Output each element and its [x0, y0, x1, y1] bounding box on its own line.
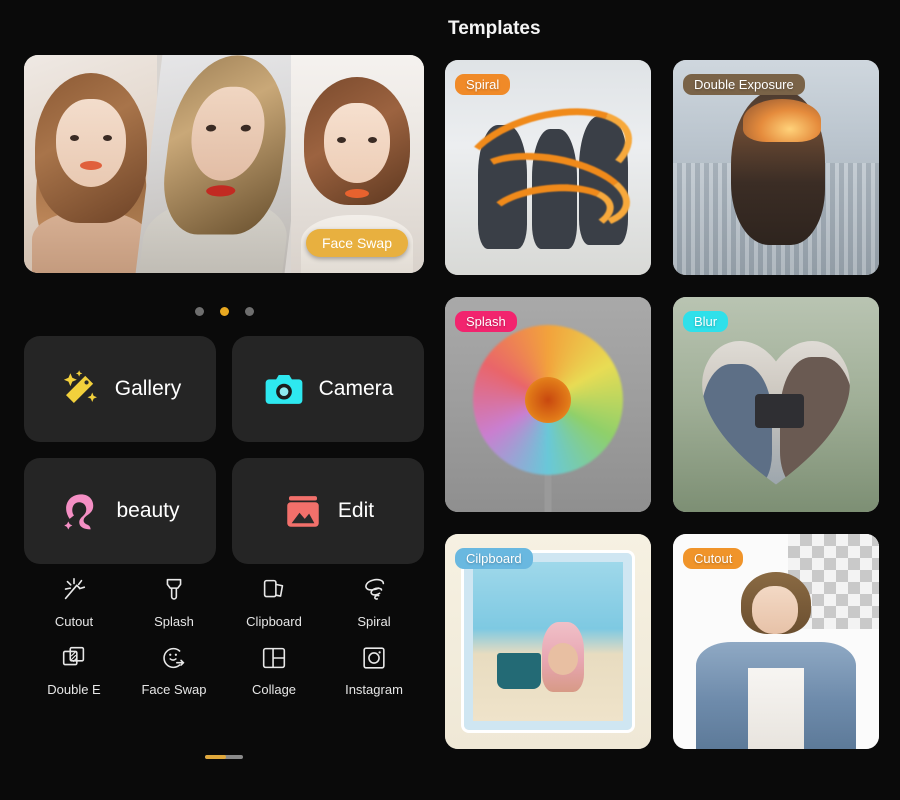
tool-splash[interactable]: Splash: [124, 575, 224, 629]
hero-badge-face-swap: Face Swap: [305, 229, 408, 257]
beauty-button[interactable]: beauty: [24, 458, 216, 564]
tool-double-exposure[interactable]: Double E: [24, 643, 124, 697]
eye-right: [368, 137, 378, 143]
lips: [345, 189, 370, 198]
primary-actions-row-1: Gallery Camera: [24, 336, 424, 442]
instagram-icon: [363, 647, 385, 669]
edit-button-label: Edit: [337, 499, 375, 522]
gallery-button-label: Gallery: [114, 377, 182, 400]
basket: [496, 652, 541, 689]
eye-right: [102, 135, 112, 141]
primary-actions: Gallery Camera beauty Edit: [24, 336, 424, 580]
template-card-spiral[interactable]: Spiral: [445, 60, 651, 275]
heart-vignette: [687, 320, 865, 490]
eye-left: [69, 135, 79, 141]
tool-row-2: Double E Face Swap Collage Instagram: [24, 643, 424, 697]
template-badge-splash: Splash: [455, 311, 517, 332]
cutout-wand-icon: [64, 577, 86, 600]
magic-wand-icon: [63, 370, 97, 403]
template-card-double-exposure[interactable]: Double Exposure: [673, 60, 879, 275]
tool-collage-label: Collage: [251, 682, 297, 697]
tool-splash-label: Splash: [154, 614, 194, 629]
template-badge-spiral: Spiral: [455, 74, 511, 95]
face-swap-icon: [163, 647, 185, 669]
scroll-indicator-fill: [205, 755, 226, 759]
beauty-button-label: beauty: [116, 499, 180, 522]
template-badge-cutout: Cutout: [683, 548, 744, 569]
gallery-button[interactable]: Gallery: [24, 336, 216, 442]
camera-prop: [755, 394, 805, 428]
tool-spiral[interactable]: Spiral: [324, 575, 424, 629]
hero-portrait-1: [24, 55, 158, 273]
carousel-dots: [0, 307, 448, 316]
couple-photo: [687, 320, 865, 490]
template-card-blur[interactable]: Blur: [673, 297, 879, 512]
spiral-swirl-icon: [365, 578, 385, 600]
tool-spiral-label: Spiral: [357, 614, 391, 629]
templates-grid: Spiral Double Exposure Splash Blur Cilpb…: [445, 60, 885, 749]
tool-collage[interactable]: Collage: [224, 643, 324, 697]
lips: [79, 161, 102, 170]
clipboard-cards-icon: [263, 579, 284, 598]
carousel-dot-1[interactable]: [194, 307, 204, 316]
template-card-splash[interactable]: Splash: [445, 297, 651, 512]
eye-left: [205, 124, 217, 132]
cutout-subject: [689, 564, 862, 749]
hero-carousel[interactable]: Face Swap: [24, 55, 424, 273]
child-subject: [541, 622, 584, 693]
tool-instagram-label: Instagram: [345, 682, 403, 697]
decorative-frame: [463, 553, 633, 730]
tool-row-1: Cutout Splash Clipboard Spiral: [24, 575, 424, 629]
left-panel: Face Swap Gallery Camera beauty Edit Cut…: [0, 0, 448, 800]
camera-button[interactable]: Camera: [232, 336, 424, 442]
sunset-overlay: [743, 98, 822, 142]
tool-face-swap-label: Face Swap: [141, 682, 207, 697]
template-badge-clipboard: Cilpboard: [455, 548, 533, 569]
top-garment: [748, 667, 804, 749]
tool-clipboard[interactable]: Clipboard: [224, 575, 324, 629]
carousel-dot-2[interactable]: [219, 307, 229, 316]
edit-button[interactable]: Edit: [232, 458, 424, 564]
camera-button-label: Camera: [318, 377, 394, 400]
template-card-cutout[interactable]: Cutout: [673, 534, 879, 749]
beauty-face-icon: [64, 494, 94, 530]
template-badge-double-exposure: Double Exposure: [683, 74, 805, 95]
flower-center: [525, 377, 571, 424]
camera-icon: [265, 375, 303, 404]
face: [324, 103, 391, 198]
carousel-dot-3[interactable]: [244, 307, 254, 316]
tool-clipboard-label: Clipboard: [246, 614, 302, 629]
face: [751, 586, 799, 635]
tool-face-swap[interactable]: Face Swap: [124, 643, 224, 697]
tool-grid: Cutout Splash Clipboard Spiral Double E …: [24, 575, 424, 711]
templates-title: Templates: [448, 18, 541, 39]
hero-portrait-2: [134, 55, 314, 273]
double-exposure-icon: [62, 646, 85, 666]
photo-edit-icon: [287, 496, 319, 527]
eye-left: [337, 137, 347, 143]
tool-double-exposure-label: Double E: [47, 682, 101, 697]
child-head: [547, 643, 578, 676]
primary-actions-row-2: beauty Edit: [24, 458, 424, 564]
scroll-indicator[interactable]: [205, 755, 243, 759]
tool-cutout[interactable]: Cutout: [24, 575, 124, 629]
tool-instagram[interactable]: Instagram: [324, 643, 424, 697]
face: [55, 99, 126, 187]
splash-brush-icon: [166, 578, 182, 600]
template-card-clipboard[interactable]: Cilpboard: [445, 534, 651, 749]
app-root: Face Swap Gallery Camera beauty Edit Cut…: [0, 0, 900, 800]
tool-cutout-label: Cutout: [54, 614, 94, 629]
template-badge-blur: Blur: [683, 311, 729, 332]
eye-right: [240, 124, 252, 132]
collage-grid-icon: [262, 647, 286, 669]
